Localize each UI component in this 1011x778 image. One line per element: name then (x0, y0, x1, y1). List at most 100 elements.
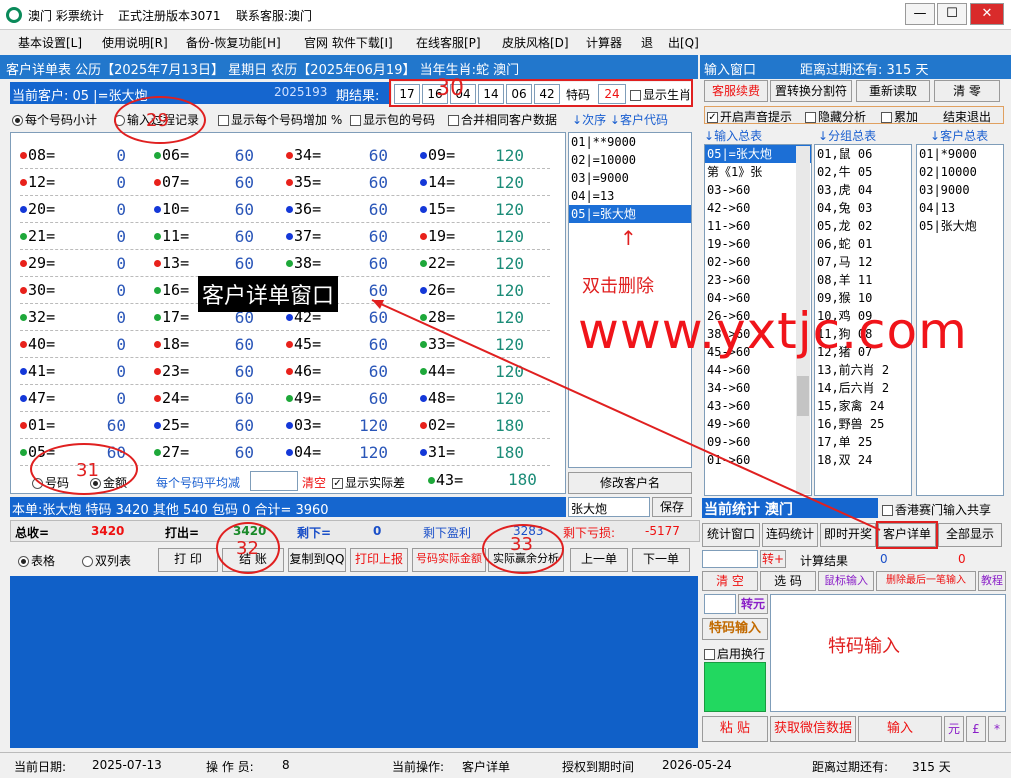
check-sound[interactable]: ✓ 开启声音提示 (707, 108, 792, 125)
check-show-package[interactable]: 显示包的号码 (350, 111, 435, 128)
grid-value: 0 (116, 281, 126, 300)
check-hide-analysis[interactable]: 隐藏分析 (805, 108, 866, 125)
menu-website[interactable]: 官网 软件下载[I] (304, 34, 393, 51)
check-hk-share[interactable]: 香港赛门输入共享 (882, 501, 991, 518)
yuan-button[interactable]: 元 (944, 716, 964, 742)
menu-exit-1[interactable]: 退 (641, 34, 653, 51)
pound-button[interactable]: £ (966, 716, 986, 742)
prev-order-button[interactable]: 上一单 (570, 548, 628, 572)
avg-reduce-input[interactable] (250, 471, 298, 491)
list-item[interactable]: 07,马 12 (815, 253, 911, 271)
list-item[interactable]: 18,双 24 (815, 451, 911, 469)
actual-amount-button[interactable]: 号码实际金额 (412, 548, 486, 572)
maximize-button[interactable]: ☐ (937, 3, 967, 25)
radio-table[interactable]: 表格 (18, 552, 55, 569)
grid-row: 47= 0 24= 60 49= 60 48= 120 (20, 385, 550, 412)
list-item[interactable]: 04,兔 03 (815, 199, 911, 217)
edit-customer-name-button[interactable]: 修改客户名 (568, 472, 692, 494)
list-item[interactable]: 04|13 (917, 199, 1003, 217)
date-value: 2025-07-13 (92, 758, 162, 772)
end-exit-button[interactable]: 结束退出 (943, 108, 991, 125)
minimize-button[interactable]: — (905, 3, 935, 25)
print-report-button[interactable]: 打印上报 (350, 548, 408, 572)
renew-button[interactable]: 客服续费 (704, 80, 768, 102)
list-item[interactable]: 03|9000 (917, 181, 1003, 199)
menu-calculator[interactable]: 计算器 (586, 34, 622, 51)
group-total-header[interactable]: ↓分组总表 (818, 127, 876, 144)
stat-window-button[interactable]: 统计窗口 (702, 523, 760, 547)
grid-number-cell: 41= (20, 362, 55, 380)
list-item[interactable]: 08,羊 11 (815, 271, 911, 289)
print-button[interactable]: 打 印 (158, 548, 218, 572)
mouse-input-button[interactable]: 鼠标输入 (818, 571, 874, 591)
star-button[interactable]: * (988, 716, 1006, 742)
radio-subtotal[interactable]: 每个号码小计 (12, 111, 97, 128)
list-item[interactable]: 17,单 25 (815, 433, 911, 451)
wechat-data-button[interactable]: 获取微信数据 (770, 716, 856, 742)
list-item[interactable]: 16,野兽 25 (815, 415, 911, 433)
save-name-button[interactable]: 保存 (652, 497, 692, 517)
yuan-input[interactable] (704, 594, 736, 614)
check-enable-newline[interactable]: 启用换行 (704, 645, 765, 662)
list-item[interactable]: 05,龙 02 (815, 217, 911, 235)
menu-basic-settings[interactable]: 基本设置[L] (18, 34, 82, 51)
check-accumulate[interactable]: 累加 (881, 108, 918, 125)
delete-last-input-button[interactable]: 删除最后一笔输入 (876, 571, 976, 591)
close-button[interactable]: ✕ (970, 3, 1004, 25)
input-button[interactable]: 输入 (858, 716, 942, 742)
clear-zero-button[interactable]: 清 零 (934, 80, 1000, 102)
menu-backup[interactable]: 备份-恢复功能[H] (186, 34, 281, 51)
tutorial-button[interactable]: 教程 (978, 571, 1006, 591)
mid-list-item[interactable]: 04|=13 (569, 187, 691, 205)
next-order-button[interactable]: 下一单 (632, 548, 690, 572)
convert-input[interactable] (702, 550, 758, 568)
mid-list-item-selected[interactable]: 05|=张大炮 (569, 205, 691, 223)
color-dot-icon (154, 233, 161, 240)
mid-list-item[interactable]: 02|=10000 (569, 151, 691, 169)
check-merge-customers[interactable]: 合并相同客户数据 (448, 111, 557, 128)
list-item[interactable]: 02|10000 (917, 163, 1003, 181)
mid-list-item[interactable]: 03|=9000 (569, 169, 691, 187)
grid-number: 11 (162, 227, 181, 245)
detail-text-area[interactable] (10, 576, 698, 748)
list-item[interactable]: 13,前六肖 2 (815, 361, 911, 379)
list-item[interactable]: 15,家禽 24 (815, 397, 911, 415)
convert-separator-button[interactable]: 置转换分割符 (770, 80, 852, 102)
list-item[interactable]: 14,后六肖 2 (815, 379, 911, 397)
list-item[interactable]: 02,牛 05 (815, 163, 911, 181)
list-item[interactable]: 01|*9000 (917, 145, 1003, 163)
select-number-button[interactable]: 选 码 (760, 571, 816, 591)
menu-help[interactable]: 使用说明[R] (102, 34, 168, 51)
continuous-stat-button[interactable]: 连码统计 (762, 523, 818, 547)
customer-code-list[interactable]: 01|**9000 02|=10000 03|=9000 04|=13 05|=… (568, 132, 692, 468)
copy-qq-button[interactable]: 复制到QQ (288, 548, 346, 572)
to-yuan-button[interactable]: 转元 (738, 594, 768, 614)
clear-avg-button[interactable]: 清空 (302, 474, 326, 491)
convert-plus-button[interactable]: 转+ (760, 550, 786, 568)
check-show-increase[interactable]: 显示每个号码增加 % (218, 111, 342, 128)
paste-button[interactable]: 粘 贴 (702, 716, 768, 742)
color-dot-icon (286, 260, 293, 267)
list-item[interactable]: 01,鼠 06 (815, 145, 911, 163)
radio-double-list[interactable]: 双列表 (82, 552, 131, 569)
list-item[interactable]: 06,蛇 01 (815, 235, 911, 253)
reread-button[interactable]: 重新读取 (856, 80, 930, 102)
mid-list-item[interactable]: 01|**9000 (569, 133, 691, 151)
menu-exit-2[interactable]: 出[Q] (668, 34, 699, 51)
special-input-button[interactable]: 特码输入 (702, 618, 768, 640)
input-total-header[interactable]: ↓输入总表 (704, 127, 762, 144)
customer-name-input[interactable]: 张大炮 (568, 497, 650, 517)
list-item[interactable]: 05|张大炮 (917, 217, 1003, 235)
instant-draw-button[interactable]: 即时开奖 (820, 523, 876, 547)
list-item[interactable]: 03,虎 04 (815, 181, 911, 199)
customer-total-header[interactable]: ↓客户总表 (930, 127, 988, 144)
clear-button[interactable]: 清 空 (702, 571, 758, 591)
sort-order-link[interactable]: ↓次序 (572, 113, 606, 127)
sort-customer-code-link[interactable]: ↓客户代码 (610, 113, 668, 127)
show-all-button[interactable]: 全部显示 (938, 523, 1002, 547)
check-show-actual[interactable]: ✓ 显示实际差 (332, 474, 405, 491)
menu-skin[interactable]: 皮肤风格[D] (502, 34, 569, 51)
grid-number-cell: 12= (20, 173, 55, 191)
menu-online-service[interactable]: 在线客服[P] (416, 34, 481, 51)
grid-row: 29= 0 13= 60 38= 60 22= 120 (20, 250, 550, 277)
